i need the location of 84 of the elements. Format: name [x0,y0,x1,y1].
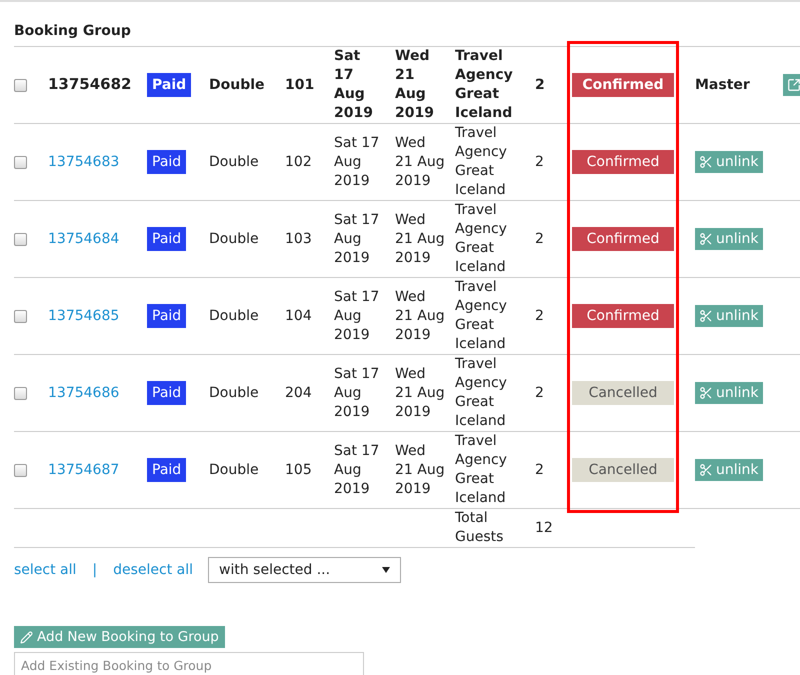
booking-link[interactable]: 13754685 [48,308,120,324]
agency-name: Travel Agency Great Iceland [455,47,514,123]
scissors-icon [699,309,713,323]
booking-link[interactable]: 13754683 [48,154,120,170]
unlink-button[interactable]: unlink [695,459,763,481]
room-type: Double [209,384,259,400]
payment-badge: Paid [147,381,186,405]
scissors-icon [699,463,713,477]
arrival-date: Sat 17 Aug 2019 [334,47,374,123]
guest-count: 2 [535,384,544,400]
departure-date: Wed 21 Aug 2019 [395,47,435,123]
payment-badge: Paid [147,227,186,251]
guest-count: 2 [535,76,545,92]
scissors-icon [699,386,713,400]
room-number: 103 [285,230,312,246]
scissors-icon [699,155,713,169]
room-type: Double [209,462,259,478]
checkbox[interactable] [14,310,27,322]
total-guests: 12 [535,520,553,536]
unlink-button[interactable]: unlink [695,228,763,250]
departure-date: Wed 21 Aug 2019 [395,364,445,422]
arrival-date: Sat 17 Aug 2019 [334,442,380,498]
add-existing-booking-field[interactable]: Add Existing Booking to Group [14,652,364,675]
guest-count: 2 [535,462,544,478]
arrival-date: Sat 17 Aug 2019 [334,134,380,190]
payment-badge: Paid [147,458,186,482]
pencil-icon [20,630,33,644]
agency-name: Travel Agency Great Iceland [455,201,508,277]
room-number: 204 [285,384,312,400]
checkbox[interactable] [14,232,27,246]
payment-badge: Paid [147,304,186,328]
status-badge: Confirmed [572,73,674,97]
bulk-action-select[interactable]: with selected ... [208,557,402,583]
open-button[interactable] [783,74,800,96]
select-all-link[interactable]: select all [14,560,76,580]
arrival-date: Sat 17 Aug 2019 [334,210,380,268]
deselect-all-link[interactable]: deselect all [113,560,194,580]
checkbox[interactable] [14,78,27,92]
booking-link[interactable]: 13754687 [48,462,120,478]
departure-date: Wed 21 Aug 2019 [395,288,445,344]
room-number: 101 [285,76,314,92]
checkbox[interactable] [14,156,27,168]
section-title: Booking Group [14,22,132,41]
booking-id: 13754682 [48,75,132,93]
unlink-button[interactable]: unlink [695,151,763,173]
booking-link[interactable]: 13754686 [48,384,120,400]
checkbox[interactable] [14,386,27,400]
unlink-button[interactable]: unlink [695,382,763,404]
status-badge: Confirmed [572,227,674,251]
master-label: Master [695,76,751,94]
caret-icon [382,567,390,573]
add-new-booking-button[interactable]: Add New Booking to Group [14,626,225,648]
room-type: Double [209,154,259,170]
checkbox[interactable] [14,464,27,476]
payment-badge: Paid [147,73,192,97]
booking-link[interactable]: 13754684 [48,230,120,246]
agency-name: Travel Agency Great Iceland [455,278,508,354]
agency-name: Travel Agency Great Iceland [455,432,508,508]
status-badge: Cancelled [572,381,674,405]
room-type: Double [209,230,259,246]
room-number: 102 [285,154,312,170]
room-number: 105 [285,462,312,478]
guest-count: 2 [535,154,544,170]
unlink-button[interactable]: unlink [695,305,763,327]
payment-badge: Paid [147,150,186,174]
guest-count: 2 [535,308,544,324]
total-label: Total Guests [455,509,504,547]
departure-date: Wed 21 Aug 2019 [395,442,445,498]
guest-count: 2 [535,230,544,246]
scissors-icon [699,232,713,246]
room-number: 104 [285,308,312,324]
status-badge: Cancelled [572,458,674,482]
departure-date: Wed 21 Aug 2019 [395,210,445,268]
link-separator: | [92,560,98,580]
agency-name: Travel Agency Great Iceland [455,124,508,200]
room-type: Double [209,76,265,92]
arrival-date: Sat 17 Aug 2019 [334,288,380,344]
arrival-date: Sat 17 Aug 2019 [334,364,380,422]
status-badge: Confirmed [572,304,674,328]
room-type: Double [209,308,259,324]
status-badge: Confirmed [572,150,674,174]
departure-date: Wed 21 Aug 2019 [395,134,445,190]
open-icon [787,78,800,92]
agency-name: Travel Agency Great Iceland [455,355,508,431]
